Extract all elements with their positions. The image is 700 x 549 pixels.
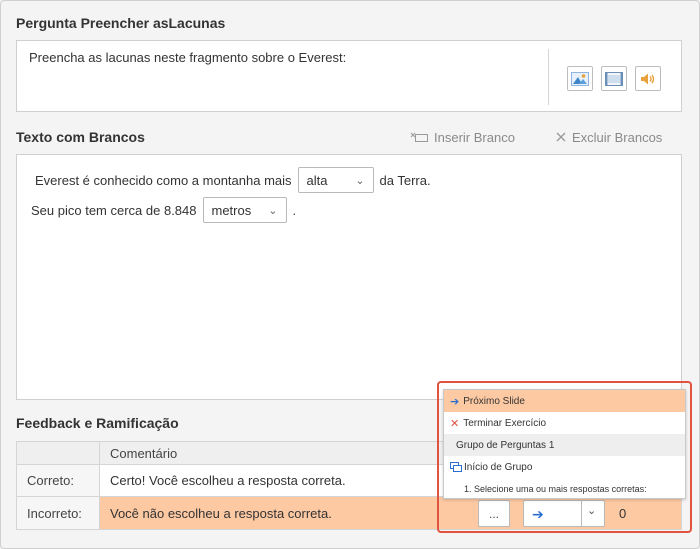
option-label: Terminar Exercício — [463, 417, 547, 429]
option-label: Grupo de Perguntas 1 — [456, 439, 555, 451]
branch-dropdown-list: ➔ Próximo Slide ✕ Terminar Exercício Gru… — [443, 389, 686, 499]
sentence-2-text-after: . — [292, 202, 297, 218]
option-group-start[interactable]: Início de Grupo — [444, 456, 685, 478]
option-question-1[interactable]: 1. Selecione uma ou mais respostas corre… — [444, 478, 685, 500]
blank-2-select[interactable]: metros ⌄ — [202, 197, 287, 223]
chevron-down-icon: ⌄ — [355, 174, 365, 187]
option-question-group: Grupo de Perguntas 1 — [444, 434, 685, 456]
image-icon — [571, 71, 589, 86]
question-title: Pergunta Preencher asLacunas — [16, 15, 226, 31]
sentence-2-text-before: Seu pico tem cerca de 8.848 — [31, 202, 197, 218]
option-next-slide[interactable]: ➔ Próximo Slide — [444, 390, 685, 412]
question-prompt-text: Preencha as lacunas neste fragmento sobr… — [29, 50, 347, 65]
insert-image-button[interactable] — [567, 66, 593, 91]
option-label: Início de Grupo — [464, 461, 533, 473]
chevron-down-icon: ⌄ — [268, 204, 278, 217]
delete-blanks-label: Excluir Brancos — [572, 129, 663, 145]
close-icon — [556, 132, 566, 142]
blank-2-value: metros — [211, 202, 252, 218]
insert-video-button[interactable] — [601, 66, 627, 91]
row-correct-label: Correto: — [16, 464, 100, 497]
insert-blank-icon — [410, 132, 428, 142]
delete-blanks-button[interactable]: Excluir Brancos — [556, 128, 662, 146]
arrow-right-icon: ➔ — [450, 395, 460, 408]
close-x-icon: ✕ — [450, 417, 460, 430]
blanks-text-editor[interactable]: Everest é conhecido como a montanha mais… — [16, 154, 682, 400]
blank-1-select[interactable]: alta ⌄ — [297, 167, 374, 193]
sentence-1-text-after: da Terra. — [379, 172, 431, 188]
question-prompt-box[interactable]: Preencha as lacunas neste fragmento sobr… — [16, 40, 682, 112]
option-end-exercise[interactable]: ✕ Terminar Exercício — [444, 412, 685, 434]
option-label: 1. Selecione uma ou mais respostas corre… — [464, 484, 647, 494]
media-divider — [548, 49, 549, 105]
insert-blank-label: Inserir Branco — [434, 129, 515, 145]
blank-sentence-2: Seu pico tem cerca de 8.848 metros ⌄ . — [31, 197, 296, 223]
insert-blank-button[interactable]: Inserir Branco — [410, 128, 515, 146]
insert-audio-button[interactable] — [635, 66, 661, 91]
option-label: Próximo Slide — [463, 395, 525, 407]
feedback-section-title: Feedback e Ramificação — [16, 415, 179, 431]
sentence-1-text-before: Everest é conhecido como a montanha mais — [35, 172, 292, 188]
row-incorrect-label: Incorreto: — [16, 496, 100, 530]
blanks-section-title: Texto com Brancos — [16, 129, 145, 145]
blank-sentence-1: Everest é conhecido como a montanha mais… — [35, 167, 431, 193]
table-header-empty — [16, 441, 100, 465]
group-icon — [450, 462, 462, 472]
video-icon — [605, 71, 623, 86]
blank-1-value: alta — [306, 172, 328, 188]
audio-icon — [641, 73, 655, 84]
